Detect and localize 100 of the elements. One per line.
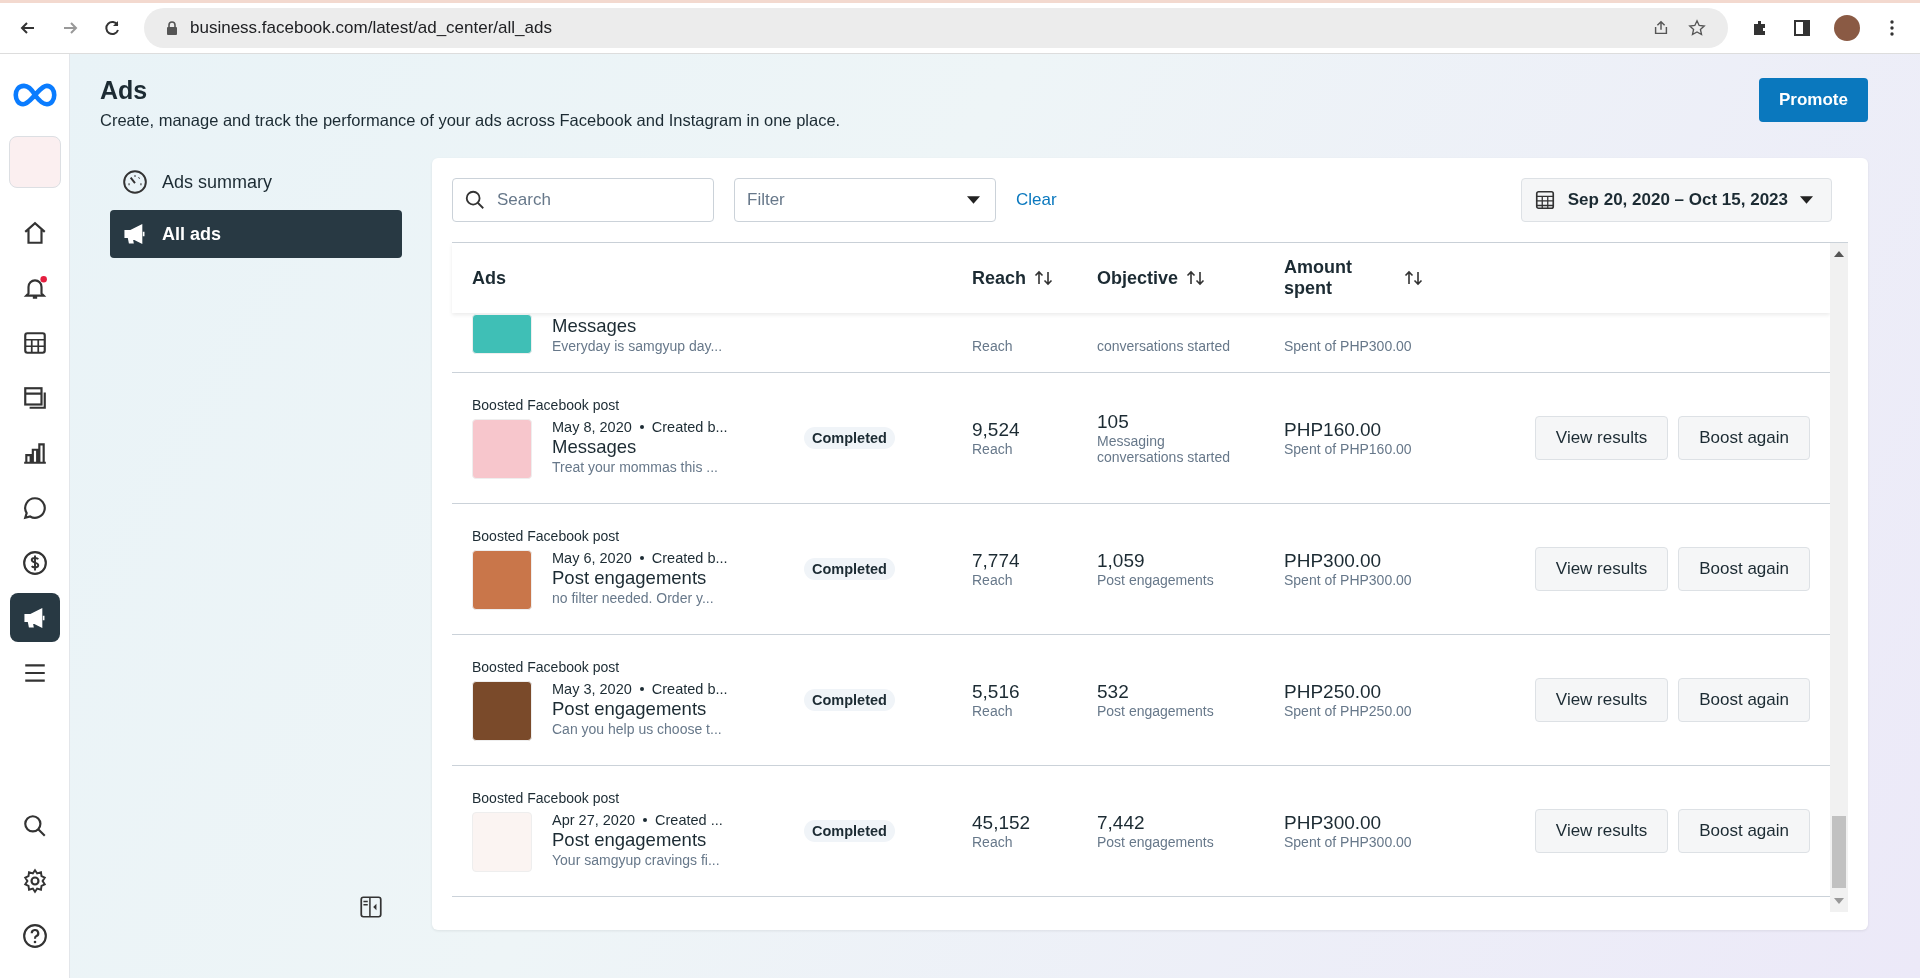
action-button[interactable]: Boost again [1678, 547, 1810, 591]
photo-placeholder [472, 681, 532, 741]
spent-label: Spent of PHP250.00 [1284, 703, 1413, 719]
objective-label: Messaging conversations started [1097, 433, 1232, 465]
calendar-icon [1533, 189, 1556, 211]
status-badge: Completed [804, 427, 895, 449]
status-badge: Completed [804, 689, 895, 711]
collapse-panel-icon[interactable] [358, 894, 384, 920]
clear-link[interactable]: Clear [1016, 190, 1057, 210]
ad-date: May 3, 2020 [552, 681, 632, 697]
status-badge: Completed [804, 820, 895, 842]
sort-icon[interactable] [1186, 270, 1207, 286]
column-header: Ads [472, 267, 506, 289]
reach-label: Reach [972, 572, 1014, 588]
objective-label: Post engagements [1097, 834, 1215, 850]
reach-label: Reach [972, 834, 1014, 850]
spent-label: Spent of PHP300.00 [1284, 338, 1413, 354]
ad-description: Everyday is samgyup day... [552, 338, 723, 354]
action-button[interactable]: Boost again [1678, 416, 1810, 460]
photo-placeholder [472, 550, 532, 610]
caret-icon [967, 196, 980, 205]
photo-placeholder [472, 419, 532, 479]
ad-creator: Created b... [651, 550, 728, 566]
scrollbar[interactable] [1830, 243, 1848, 912]
url-text: business.facebook.com/latest/ad_center/all_ads [190, 18, 553, 38]
scrollbar-thumb[interactable] [1832, 816, 1846, 888]
amount-value: PHP300.00 [1284, 812, 1383, 834]
sort-icon[interactable] [1034, 270, 1055, 286]
spent-label: Spent of PHP300.00 [1284, 834, 1413, 850]
objective-value: 7,442 [1097, 812, 1146, 834]
ad-title[interactable]: Messages [552, 436, 728, 458]
search-icon [21, 812, 48, 839]
reach-label: Reach [972, 338, 1014, 354]
action-button[interactable]: Boost again [1678, 809, 1810, 853]
separator-dot [639, 425, 644, 429]
ad-date: May 6, 2020 [552, 550, 632, 566]
separator-dot [643, 818, 648, 822]
scroll-up-icon[interactable] [1834, 251, 1844, 257]
reach-label: Reach [972, 441, 1014, 457]
column-header: Reach [972, 267, 1027, 289]
objective-label: Post engagements [1097, 703, 1215, 719]
table-icon [21, 329, 48, 356]
status-badge: Completed [804, 558, 895, 580]
chat-bubble-icon [21, 494, 48, 521]
caret-icon [1800, 195, 1813, 205]
ad-title[interactable]: Post engagements [552, 698, 728, 720]
ad-type: Boosted Facebook post [472, 659, 621, 675]
nav-item[interactable]: All ads [110, 210, 402, 258]
star-icon[interactable] [1688, 19, 1706, 37]
column-header: Amount spent [1284, 257, 1353, 299]
share-icon[interactable] [1652, 19, 1670, 37]
ad-creator: Created ... [655, 812, 723, 828]
reach-value: 9,524 [972, 419, 1021, 441]
ad-type: Boosted Facebook post [472, 397, 621, 413]
pages-icon [21, 384, 48, 411]
spent-label: Spent of PHP160.00 [1284, 441, 1413, 457]
ad-title[interactable]: Post engagements [552, 567, 728, 589]
reach-value: 7,774 [972, 550, 1021, 572]
profile-avatar[interactable] [1834, 15, 1860, 41]
column-header: Objective [1097, 267, 1179, 289]
ad-title[interactable]: Messages [552, 315, 723, 337]
amount-value: PHP300.00 [1284, 550, 1383, 572]
search-field[interactable]: Search [452, 178, 714, 222]
ad-date: Apr 27, 2020 [552, 812, 636, 828]
address-bar[interactable]: business.facebook.com/latest/ad_center/all_ads [144, 8, 1728, 48]
ad-date: May 8, 2020 [552, 419, 632, 435]
action-button[interactable]: View results [1534, 547, 1669, 591]
nav-item[interactable]: Ads summary [110, 158, 402, 206]
reload-icon[interactable] [102, 18, 122, 38]
reach-label: Reach [972, 703, 1014, 719]
ad-type: Boosted Facebook post [472, 528, 621, 544]
side-panel-icon[interactable] [1792, 18, 1812, 38]
lock-icon [166, 21, 178, 35]
objective-value: 532 [1097, 681, 1130, 703]
amount-value: PHP250.00 [1284, 681, 1383, 703]
filter-field[interactable]: Filter [734, 178, 996, 222]
infinity-logo[interactable] [12, 82, 57, 108]
separator-dot [639, 556, 644, 560]
ad-description: no filter needed. Order y... [552, 590, 715, 606]
action-button[interactable]: Boost again [1678, 678, 1810, 722]
objective-value: 105 [1097, 411, 1130, 433]
ad-description: Can you help us choose t... [552, 721, 723, 737]
promote-button[interactable]: Promote [1759, 78, 1868, 122]
ad-creator: Created b... [651, 419, 728, 435]
rail-item[interactable] [9, 593, 60, 642]
spent-label: Spent of PHP300.00 [1284, 572, 1413, 588]
action-button[interactable]: View results [1534, 416, 1669, 460]
objective-label: Post engagements [1097, 572, 1215, 588]
reach-value: 5,516 [972, 681, 1021, 703]
ad-title[interactable]: Post engagements [552, 829, 723, 851]
sort-icon[interactable] [1404, 270, 1424, 286]
gauge-icon [122, 169, 148, 195]
page-subtitle: Create, manage and track the performance of your ads across Facebook and Instagram in one place. [100, 111, 842, 130]
action-button[interactable]: View results [1534, 678, 1669, 722]
ad-creator: Created b... [651, 681, 728, 697]
dollar-icon [21, 549, 48, 576]
date-range-button[interactable]: Sep 20, 2020 – Oct 15, 2023 [1520, 178, 1832, 222]
action-button[interactable]: View results [1534, 809, 1669, 853]
ad-description: Your samgyup cravings fi... [552, 852, 721, 868]
photo-placeholder [472, 314, 532, 354]
